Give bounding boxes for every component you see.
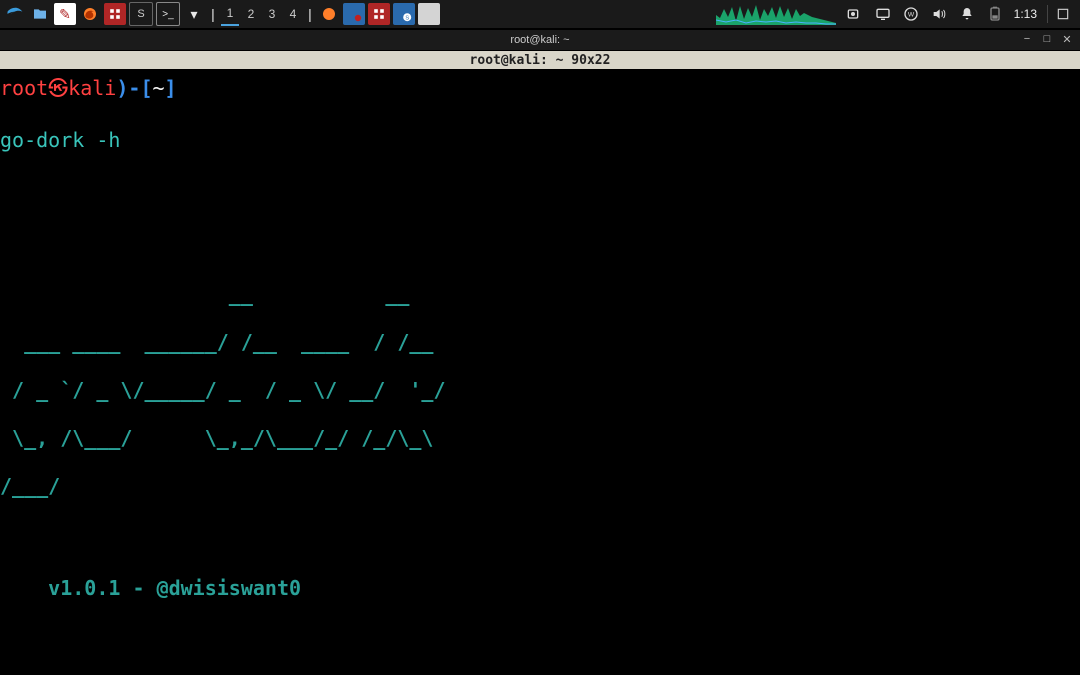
prompt-user: root (0, 76, 48, 100)
running-app-2-icon[interactable] (343, 3, 365, 25)
ascii-art-line: ___ ____ ______/ /__ ____ / /__ (0, 331, 1080, 353)
screen-icon[interactable] (874, 5, 892, 23)
terminal-title: root@kali: ~ (510, 34, 569, 46)
prompt-cwd: ~ (152, 76, 164, 100)
ascii-art-line: __ __ (0, 283, 1080, 305)
window-minimize-button[interactable]: − (1020, 32, 1034, 46)
kali-menu-icon[interactable] (4, 3, 26, 25)
ascii-art-line: \_, /\___/ \_,_/\___/_/ /_/\_\ (0, 427, 1080, 449)
terminal-body[interactable]: root㉿kali)-[~] go-dork -h __ __ ___ ____… (0, 69, 1080, 675)
svg-text:S: S (405, 16, 409, 22)
text-editor-icon[interactable]: ✎ (54, 3, 76, 25)
taskbar: ✎ S >_ ▾ | 1 2 3 4 | S (0, 0, 1080, 29)
window-maximize-button[interactable]: □ (1040, 32, 1054, 46)
session-menu-icon[interactable] (1047, 5, 1072, 23)
prompt-host: kali (68, 76, 116, 100)
app-tile-1-icon[interactable] (104, 3, 126, 25)
running-app-3-icon[interactable] (368, 3, 390, 25)
record-icon[interactable] (846, 5, 864, 23)
circle-w-icon[interactable]: W (902, 5, 920, 23)
running-app-4-icon[interactable]: S (393, 3, 415, 25)
running-firefox-icon[interactable] (318, 3, 340, 25)
svg-text:W: W (907, 12, 914, 19)
taskbar-separator: | (208, 3, 218, 25)
terminal-tab-label: root@kali: ~ 90x22 (470, 53, 611, 68)
taskbar-separator-2: | (305, 3, 315, 25)
terminal-shortcut-icon[interactable]: >_ (156, 2, 180, 26)
workspace-4[interactable]: 4 (284, 3, 302, 25)
workspace-2[interactable]: 2 (242, 3, 260, 25)
window-close-button[interactable]: ✕ (1060, 32, 1074, 46)
terminal-titlebar[interactable]: root@kali: ~ − □ ✕ (0, 29, 1080, 51)
dropdown-chevron-icon[interactable]: ▾ (183, 3, 205, 25)
prompt-close: )- (116, 76, 140, 100)
battery-icon[interactable] (986, 5, 1004, 23)
prompt-skull: ㉿ (48, 76, 68, 100)
terminal-tabbar[interactable]: root@kali: ~ 90x22 (0, 51, 1080, 69)
notifications-icon[interactable] (958, 5, 976, 23)
version-line: v1.0.1 - @dwisiswant0 (0, 576, 301, 600)
file-manager-icon[interactable] (29, 3, 51, 25)
volume-icon[interactable] (930, 5, 948, 23)
firefox-icon[interactable] (79, 3, 101, 25)
command-line: go-dork -h (0, 128, 120, 152)
ascii-art-line: /___/ (0, 475, 1080, 497)
running-app-5-icon[interactable] (418, 3, 440, 25)
app-tile-s-icon[interactable]: S (129, 2, 153, 26)
network-graph[interactable] (716, 3, 836, 25)
prompt-lbrack: [ (140, 76, 152, 100)
clock[interactable]: 1:13 (1014, 5, 1037, 23)
workspace-3[interactable]: 3 (263, 3, 281, 25)
prompt-rbrack: ] (165, 76, 177, 100)
ascii-art-line: / _ `/ _ \/_____/ _ / _ \/ __/ '_/ (0, 379, 1080, 401)
workspace-1[interactable]: 1 (221, 2, 239, 26)
